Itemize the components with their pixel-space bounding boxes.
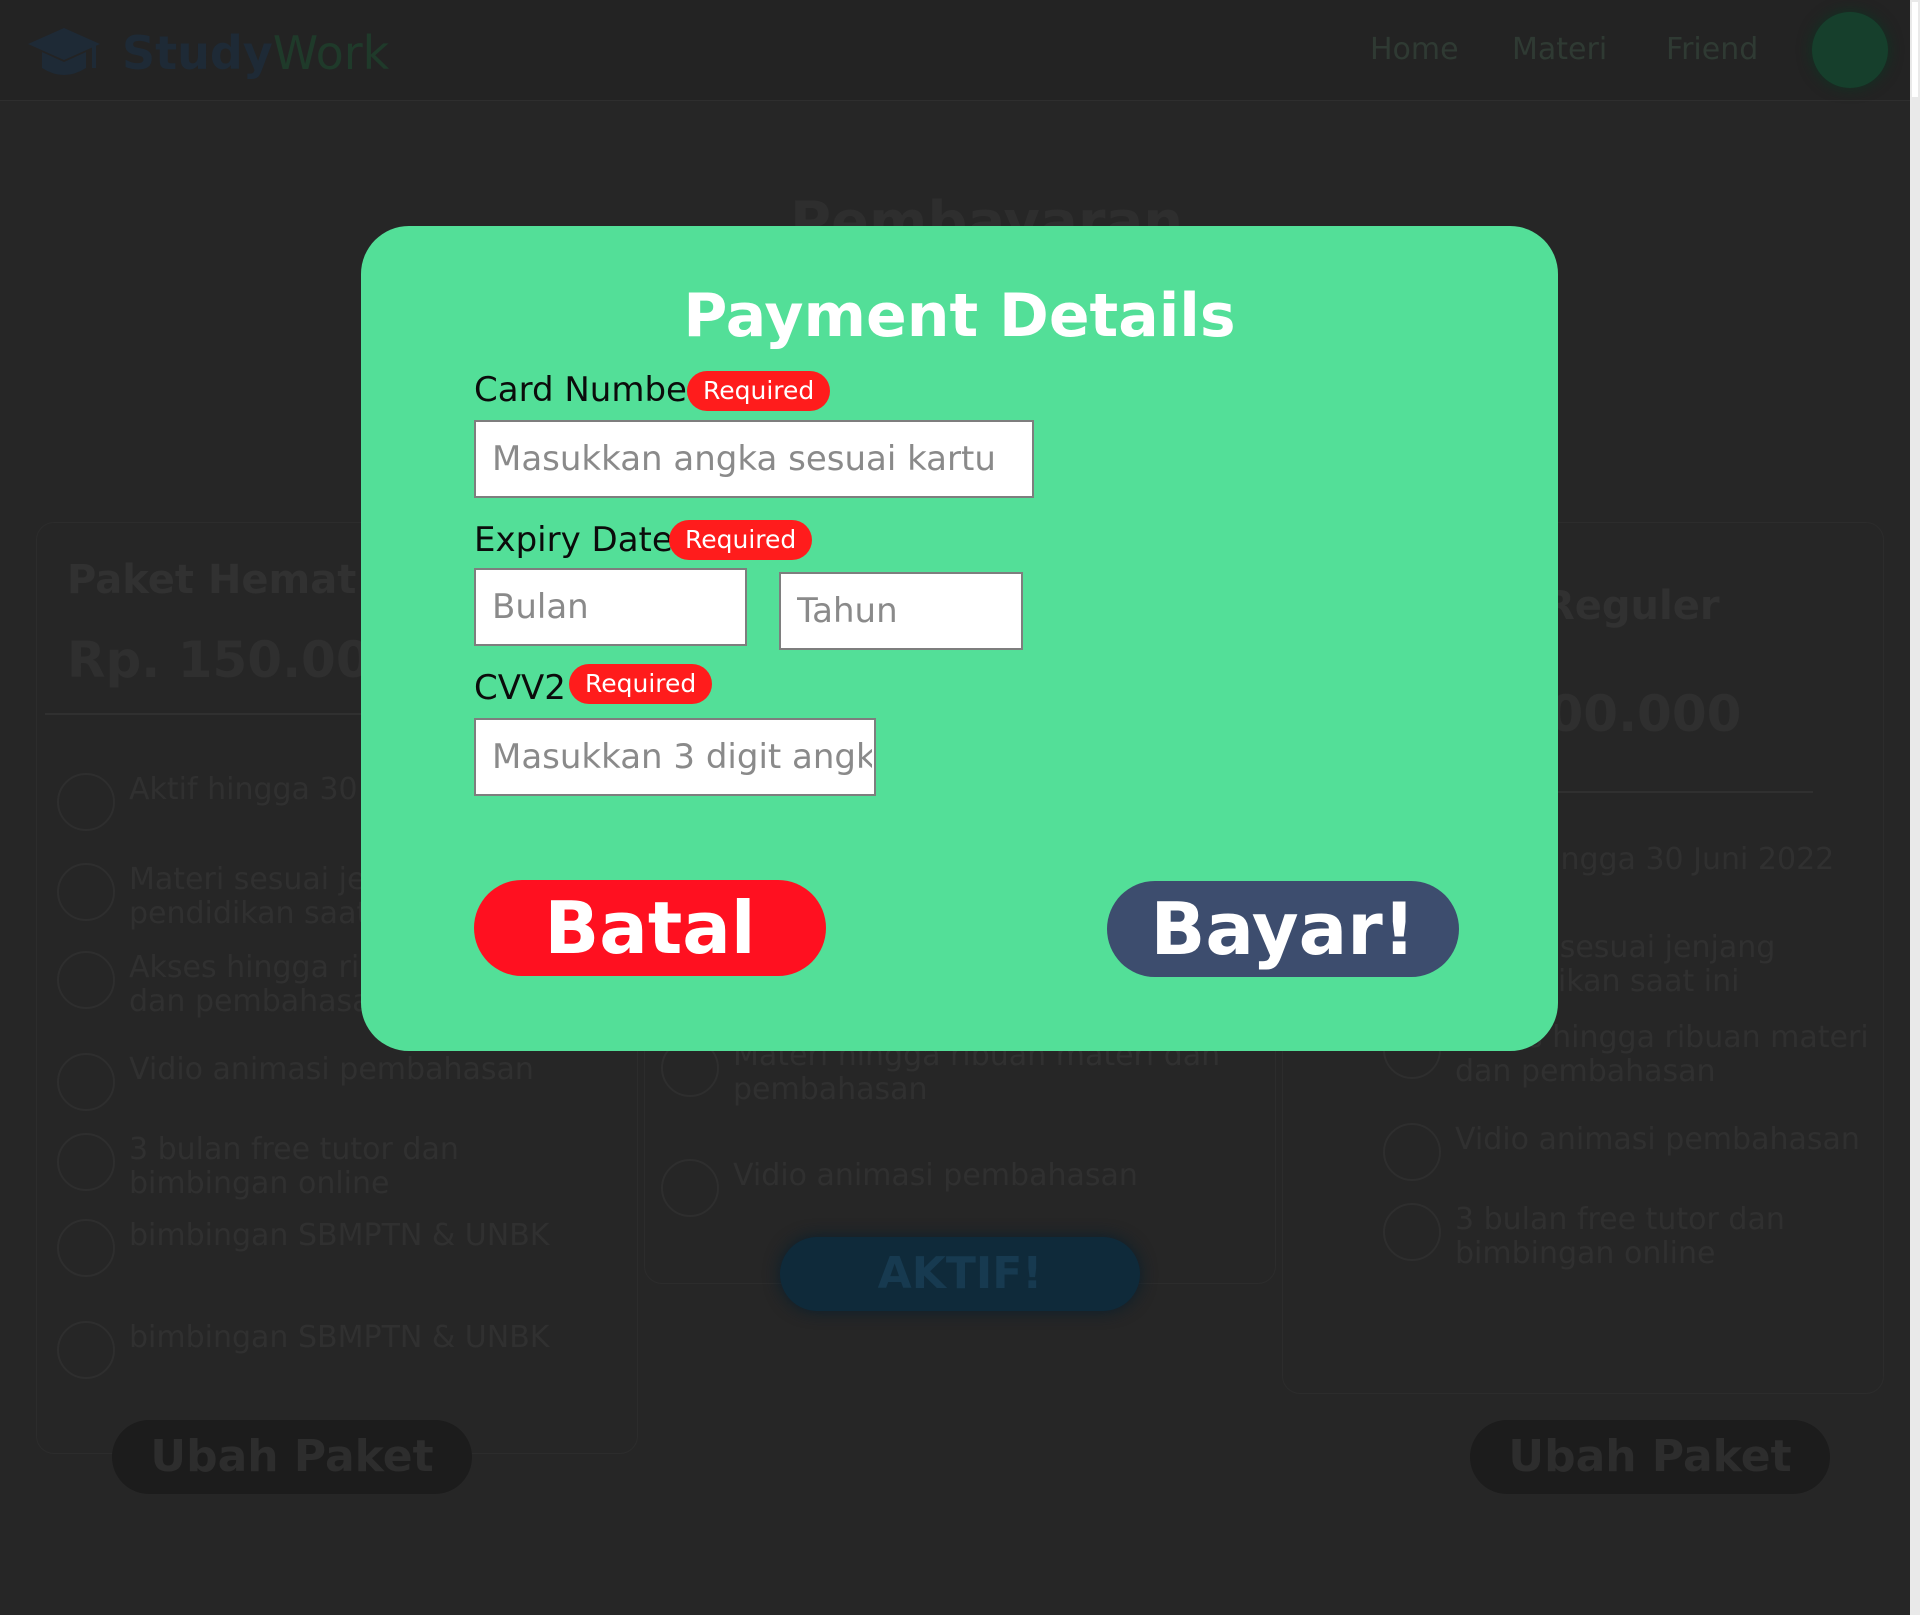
cvv-label: CVV2 [474,668,566,708]
check-icon [57,1133,115,1191]
card-number-input[interactable] [474,420,1034,498]
check-icon [1383,1123,1441,1181]
expiry-year-input[interactable] [779,572,1023,650]
feature-item: bimbingan SBMPTN & UNBK [57,1219,587,1277]
plan-price: Rp. 150.000 [67,631,406,689]
logo[interactable]: StudyWork [26,24,389,82]
graduation-cap-icon [28,28,100,75]
feature-item: Vidio animasi pembahasan [57,1053,587,1111]
cancel-button[interactable]: Batal [474,880,826,976]
nav-friend[interactable]: Friend [1666,32,1758,67]
logo-text: StudyWork [122,26,390,80]
check-icon [661,1159,719,1217]
check-icon [57,1321,115,1379]
top-navbar: StudyWork Home Materi Friend [0,0,1910,101]
page-background: StudyWork Home Materi Friend Pembayaran … [0,0,1910,1615]
change-plan-button[interactable]: Ubah Paket [112,1420,472,1494]
card-number-label: Card Number [474,370,701,410]
pay-button[interactable]: Bayar! [1107,881,1459,977]
check-icon [57,1053,115,1111]
check-icon [1383,1203,1441,1261]
feature-item: 3 bulan free tutor dan bimbingan online [1383,1203,1883,1271]
modal-title: Payment Details [683,281,1236,351]
feature-item: bimbingan SBMPTN & UNBK [57,1321,587,1379]
active-plan-button[interactable]: AKTIF! [780,1237,1140,1311]
check-icon [57,773,115,831]
check-icon [57,1219,115,1277]
change-plan-button[interactable]: Ubah Paket [1470,1420,1830,1494]
plan-name: Paket Hemat [67,557,357,603]
required-badge: Required [569,664,713,704]
scrollbar-thumb[interactable] [1912,2,1918,97]
feature-item: Vidio animasi pembahasan [661,1159,1261,1217]
feature-item: 3 bulan free tutor dan bimbingan online [57,1133,587,1201]
expiry-month-input[interactable] [474,568,747,646]
check-icon [57,951,115,1009]
required-badge: Required [669,520,813,560]
expiry-date-label: Expiry Date [474,520,673,560]
check-icon [57,863,115,921]
payment-modal: Payment Details Card Number Required Exp… [361,226,1558,1051]
nav-home[interactable]: Home [1370,32,1459,67]
vertical-scrollbar[interactable] [1910,0,1920,1615]
user-avatar-icon[interactable] [1812,12,1888,88]
feature-item: Vidio animasi pembahasan [1383,1123,1883,1181]
required-badge: Required [687,371,831,411]
nav-materi[interactable]: Materi [1512,32,1607,67]
cvv-input[interactable] [474,718,876,796]
